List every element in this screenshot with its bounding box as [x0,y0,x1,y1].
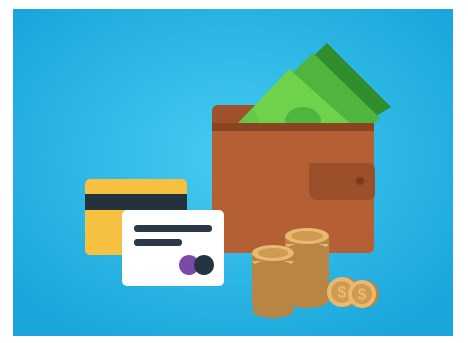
wallet-illustration: $ $ [13,9,453,336]
white-card-text-line-1 [134,225,212,232]
illustration-canvas: $ $ [0,0,468,343]
wallet-clasp-button [356,177,364,185]
yellow-card-stripe [85,194,187,210]
short-stack-coin-face [257,248,289,258]
wallet-top-edge [212,123,374,131]
white-card [122,210,224,286]
wallet-clasp-strap [309,163,375,200]
tall-stack-coin-face [291,231,323,241]
illustration-frame: $ $ [13,9,453,336]
white-card-body [122,210,224,286]
dollar-coin-left-dollar-symbol: $ [337,284,346,302]
short-stack-coin-bottom [252,260,294,276]
white-card-text-line-2 [134,239,182,246]
dollar-coin-right-dollar-symbol: $ [358,286,367,303]
white-card-circle-dark [194,255,214,275]
